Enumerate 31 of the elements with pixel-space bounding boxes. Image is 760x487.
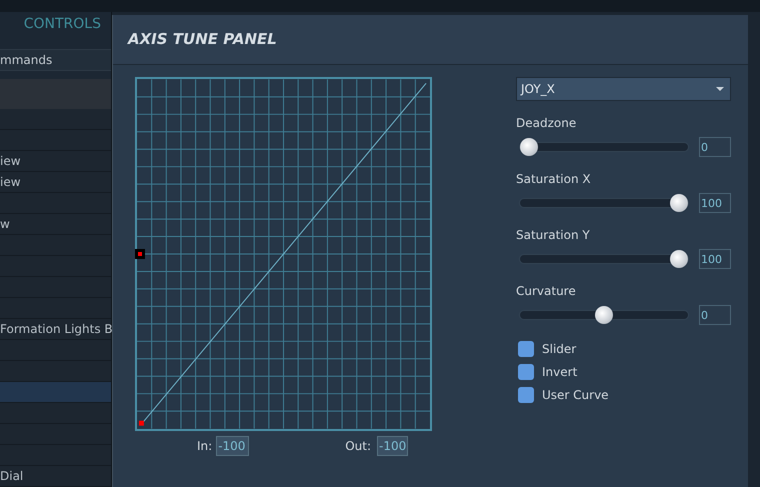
slider-thumb[interactable] [520,138,538,156]
slider-label: Saturation X [516,171,592,187]
checkbox[interactable] [518,364,534,380]
axis-dropdown[interactable]: JOY_X [516,77,731,101]
checkbox-label: User Curve [542,387,609,404]
checkbox[interactable] [518,387,534,403]
slider-thumb[interactable] [670,194,688,212]
list-row[interactable] [0,382,111,403]
in-label: In: [197,438,212,455]
slider-label: Deadzone [516,115,578,131]
slider-thumb[interactable] [595,306,613,324]
curve-point[interactable] [138,420,144,426]
slider-value-field[interactable]: 0 [699,305,731,325]
checkbox-label: Invert [542,364,578,381]
slider-value-field[interactable]: 0 [699,137,731,157]
slider-label: Saturation Y [516,227,591,243]
slider-label: Curvature [516,283,577,299]
sidebar-title: CONTROLS [24,15,101,34]
slider-value-field[interactable]: 100 [699,193,731,213]
category-row[interactable]: mmands [0,48,111,72]
checkbox-label: Slider [542,341,576,358]
slider-thumb[interactable] [670,250,688,268]
checkbox[interactable] [518,341,534,357]
input-marker-icon [135,249,145,259]
in-field[interactable]: -100 [216,436,250,456]
out-label: Out: [345,438,371,455]
highlighted-row[interactable] [0,79,111,109]
out-field[interactable]: -100 [377,436,408,456]
slider-value-field[interactable]: 100 [699,249,731,269]
dialog-title: AXIS TUNE PANEL [128,29,277,50]
caret-icon [716,87,724,91]
